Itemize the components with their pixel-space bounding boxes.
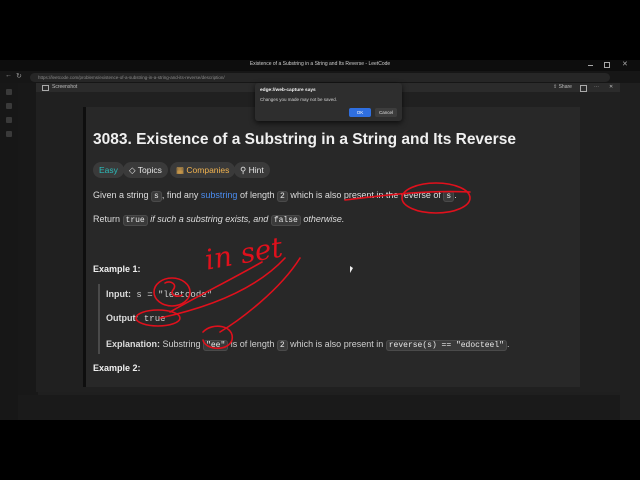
dialog-title: edge://web-capture says bbox=[260, 88, 316, 93]
circle-mark-output bbox=[135, 309, 181, 327]
dialog-message: Changes you made may not be saved. bbox=[260, 97, 338, 102]
underline-stroke bbox=[344, 190, 471, 201]
scribble-mark bbox=[164, 281, 183, 297]
scribble-mark bbox=[202, 325, 233, 350]
background-editor-strip bbox=[18, 395, 620, 420]
cancel-button[interactable]: Cancel bbox=[375, 108, 397, 117]
ok-button[interactable]: OK bbox=[349, 108, 371, 117]
leave-page-dialog: edge://web-capture says Changes you made… bbox=[255, 83, 402, 121]
circle-mark-reverse bbox=[401, 182, 471, 214]
mouse-cursor-icon bbox=[350, 266, 353, 273]
